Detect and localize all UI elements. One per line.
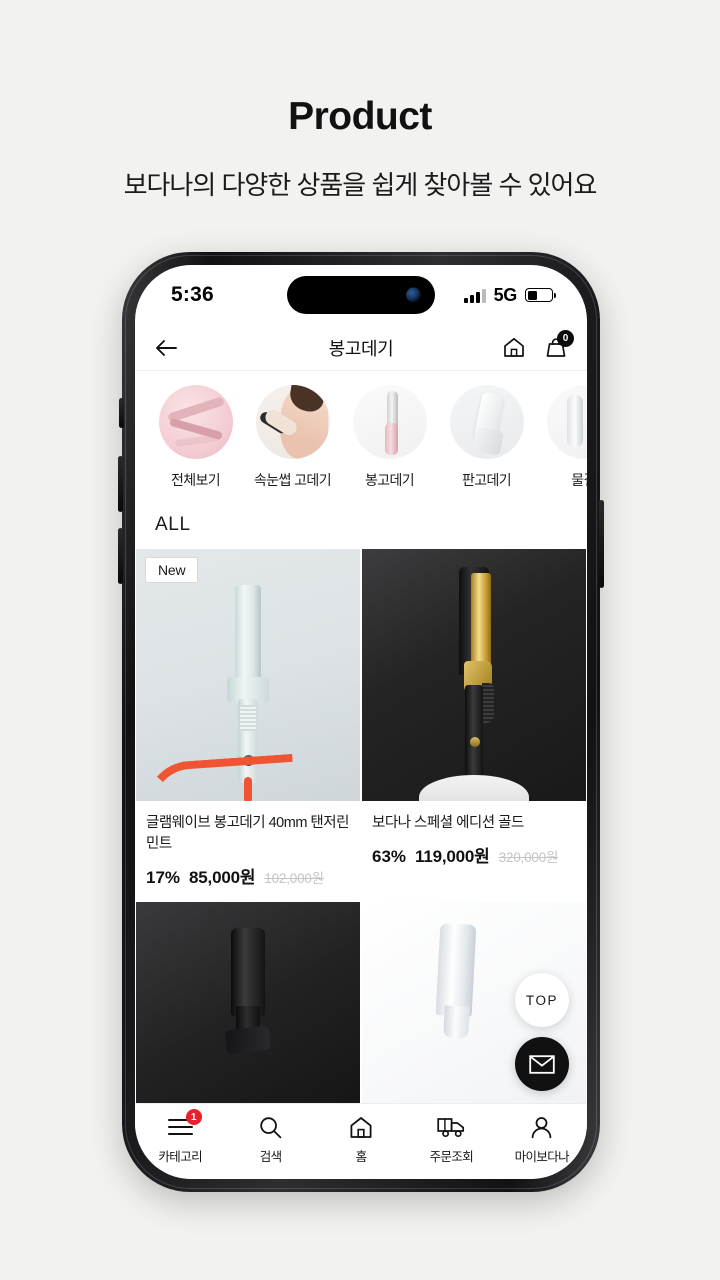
page-header: Product 보다나의 다양한 상품을 쉽게 찾아볼 수 있어요 [0,0,720,202]
cart-button[interactable]: 0 [545,330,574,358]
signal-bars-icon [464,288,486,303]
product-name-1: 보다나 스페셜 에디션 골드 [372,815,524,831]
back-arrow-icon [156,339,177,356]
product-card-1[interactable]: 보다나 스페셜 에디션 골드 63% 119,000원 320,000원 [361,549,587,902]
home-icon [504,337,524,357]
contact-mail-button[interactable] [515,1037,569,1091]
product-original-price-1: 320,000원 [498,850,559,866]
category-image-0 [158,385,233,459]
category-label-0: 전체보기 [170,472,221,488]
product-price-1: 119,000원 [415,847,490,867]
nav-item-mypage[interactable]: 마이보다나 [497,1115,587,1165]
product-image-1 [362,549,586,801]
nav-label-home: 홈 [355,1150,368,1164]
hamburger-menu-icon: 1 [167,1109,202,1139]
category-image-2 [352,385,427,459]
nav-item-home[interactable]: 홈 [316,1115,406,1165]
category-item-0[interactable]: 전체보기 [147,385,244,490]
product-info-0: 글램웨이브 봉고데기 40mm 탠저린민트 17% 85,000원 102,00… [136,801,360,902]
phone-screen: 5:36 5G 봉고데기 0 전체보기 속눈썹 고데기 봉고데기 판고데기 물 … [135,265,587,1179]
network-type-label: 5G [493,284,518,305]
category-item-1[interactable]: 속눈썹 고데기 [244,385,341,490]
bottom-navigation: 1 카테고리 검색 홈 주문조회 마이보다나 [135,1103,587,1179]
nav-label-search: 검색 [259,1150,282,1164]
volume-down-button[interactable] [118,528,123,584]
battery-icon [525,288,556,302]
product-image-0: New [136,549,360,801]
dynamic-island [287,276,435,314]
nav-item-category[interactable]: 1 카테고리 [135,1109,225,1165]
front-camera-icon [406,287,421,303]
nav-label-mypage: 마이보다나 [514,1150,570,1164]
page-subtitle: 보다나의 다양한 상품을 쉽게 찾아볼 수 있어요 [123,169,598,200]
status-bar-indicators: 5G [464,284,556,306]
category-label-2: 봉고데기 [364,472,415,488]
category-count-badge: 1 [185,1109,202,1125]
product-price-row-1: 63% 119,000원 320,000원 [372,842,576,867]
product-discount-0: 17% [146,868,181,888]
product-discount-1: 63% [372,847,407,867]
silence-switch[interactable] [119,398,124,428]
status-bar-time: 5:36 [171,283,214,306]
product-original-price-0: 102,000원 [264,871,324,887]
home-button[interactable] [503,337,525,358]
product-info-1: 보다나 스페셜 에디션 골드 63% 119,000원 320,000원 [362,801,586,881]
category-label-4: 물결 [571,472,587,488]
product-name-0: 글램웨이브 봉고데기 40mm 탠저린민트 [146,815,349,853]
back-button[interactable] [155,339,177,357]
section-title-all: ALL [155,514,191,535]
phone-mockup: 5:36 5G 봉고데기 0 전체보기 속눈썹 고데기 봉고데기 판고데기 물 … [118,252,604,1192]
category-item-3[interactable]: 판고데기 [438,385,535,490]
product-price-0: 85,000원 [189,868,256,888]
home-icon [350,1116,372,1138]
category-item-2[interactable]: 봉고데기 [341,385,438,490]
power-button[interactable] [599,500,604,588]
category-item-4[interactable]: 물결 [535,385,587,490]
app-header: 봉고데기 0 [135,325,587,371]
scroll-to-top-button[interactable]: TOP [515,973,569,1027]
header-actions: 0 [503,330,574,358]
nav-item-orders[interactable]: 주문조회 [406,1115,496,1165]
category-label-3: 판고데기 [461,472,512,488]
nav-label-category: 카테고리 [158,1150,202,1164]
category-image-4 [546,385,587,459]
cart-count-badge: 0 [557,330,574,347]
new-badge: New [145,557,199,583]
category-image-1 [255,385,330,459]
delivery-truck-icon [437,1118,465,1138]
nav-item-search[interactable]: 검색 [225,1115,315,1165]
search-icon [260,1116,282,1138]
page-title: Product [288,95,432,138]
volume-up-button[interactable] [118,456,123,512]
envelope-icon [529,1054,555,1074]
category-image-3 [449,385,524,459]
nav-label-orders: 주문조회 [429,1150,474,1164]
status-bar: 5:36 5G [135,265,587,325]
category-label-1: 속눈썹 고데기 [254,472,332,488]
category-carousel[interactable]: 전체보기 속눈썹 고데기 봉고데기 판고데기 물결 [135,371,587,498]
product-card-0[interactable]: New 글램웨이브 봉고데기 40mm 탠저린민트 17% 85,000원 10… [135,549,361,902]
person-icon [532,1116,552,1138]
product-price-row-0: 17% 85,000원 102,000원 [146,863,350,888]
